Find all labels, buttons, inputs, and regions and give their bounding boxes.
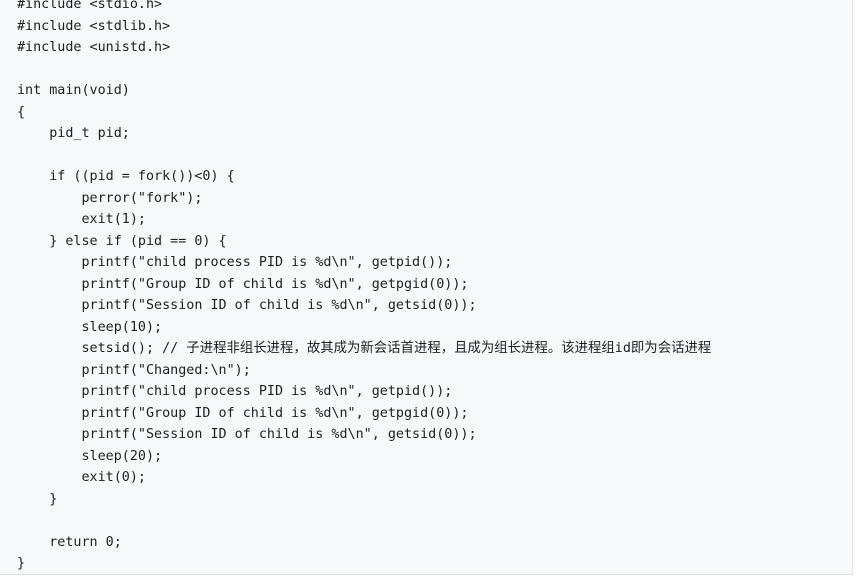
code-line-4 — [17, 59, 711, 81]
code-block: #include <stdio.h> #include <stdlib.h> #… — [0, 0, 853, 575]
code-line-2: #include <stdlib.h> — [17, 18, 171, 34]
code-line-7: pid_t pid; — [17, 126, 130, 141]
code-line-9: if ((pid = fork())<0) { — [17, 169, 235, 184]
code-lines: #include <stdio.h> #include <stdlib.h> #… — [17, 0, 712, 574]
code-line-1: #include <stdio.h> — [17, 0, 163, 12]
code-line-22: sleep(20); — [17, 448, 163, 464]
code-line-5: int main(void) — [17, 83, 130, 98]
code-line-17: setsid(); // 子进程非组长进程，故其成为新会话首进程，且成为组长进程… — [17, 341, 712, 356]
code-line-26: return 0; — [17, 534, 122, 550]
code-line-24: } — [17, 491, 58, 507]
code-line-25 — [17, 510, 711, 532]
code-line-13: printf("child process PID is %d\n", getp… — [17, 255, 453, 270]
code-line-16: sleep(10); — [17, 319, 163, 335]
code-line-20: printf("Group ID of child is %d\n", getp… — [17, 405, 469, 421]
code-line-6: { — [17, 104, 26, 120]
code-line-11: exit(1); — [17, 212, 146, 227]
code-line-23: exit(0); — [17, 470, 146, 485]
code-line-15: printf("Session ID of child is %d\n", ge… — [17, 298, 477, 313]
code-line-10: perror("fork"); — [17, 190, 203, 206]
code-line-27: } — [17, 556, 26, 571]
code-line-21: printf("Session ID of child is %d\n", ge… — [17, 427, 477, 442]
code-line-3: #include <unistd.h> — [17, 40, 171, 55]
code-line-14: printf("Group ID of child is %d\n", getp… — [17, 276, 469, 292]
code-line-18: printf("Changed:\n"); — [17, 362, 251, 378]
code-line-19: printf("child process PID is %d\n", getp… — [17, 384, 453, 399]
code-line-8 — [17, 145, 711, 167]
code-line-12: } else if (pid == 0) { — [17, 233, 227, 249]
